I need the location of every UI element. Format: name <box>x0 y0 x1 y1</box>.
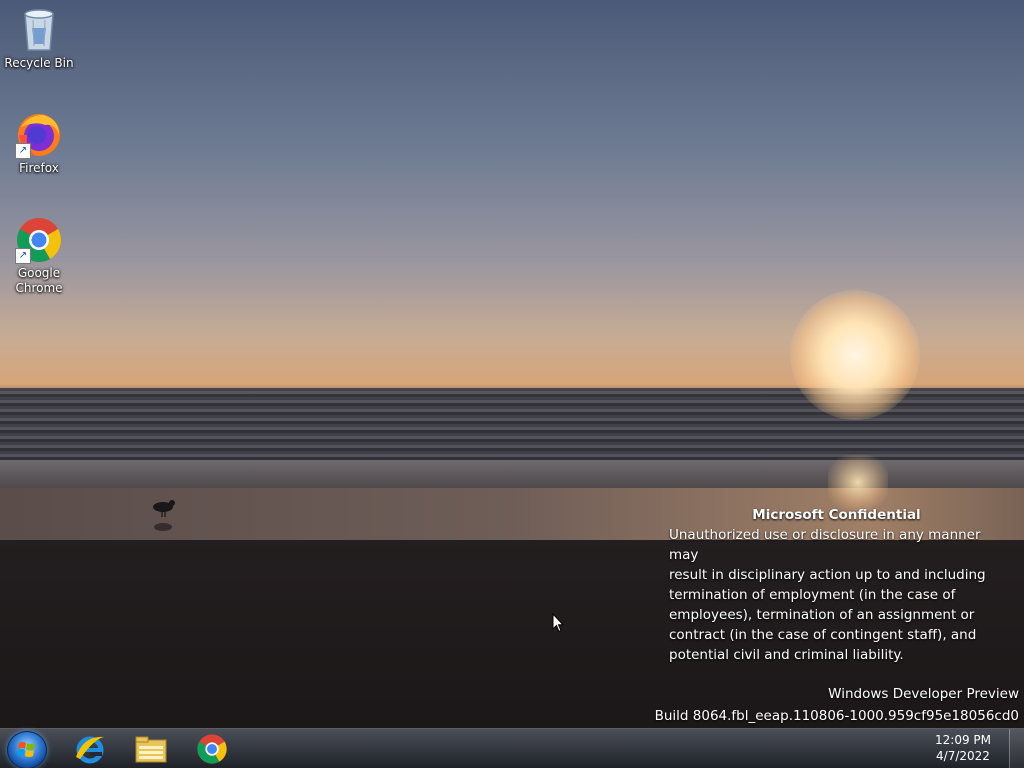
internet-explorer-icon <box>76 736 104 764</box>
firefox-icon: ↗ <box>15 111 63 159</box>
desktop-icon-label: Firefox <box>19 161 59 175</box>
desktop-icon-google-chrome[interactable]: ↗ Google Chrome <box>1 216 77 296</box>
desktop-icon-recycle-bin[interactable]: Recycle Bin <box>1 6 77 71</box>
edition-watermark: Windows Developer Preview <box>828 686 1019 702</box>
shortcut-arrow-icon: ↗ <box>15 143 31 159</box>
confidential-title: Microsoft Confidential <box>752 507 921 523</box>
build-watermark: Build 8064.fbl_eeap.110806-1000.959cf95e… <box>654 708 1019 724</box>
confidential-line: employees), termination of an assignment… <box>669 607 975 623</box>
taskbar-google-chrome[interactable] <box>186 731 238 767</box>
desktop-icon-firefox[interactable]: ↗ Firefox <box>1 111 77 176</box>
confidential-notice: Microsoft Confidential Unauthorized use … <box>669 505 1014 665</box>
confidential-line: potential civil and criminal liability. <box>669 647 904 663</box>
start-button[interactable] <box>7 731 47 768</box>
wallpaper-sun <box>790 290 920 420</box>
desktop-icon-label: Recycle Bin <box>4 56 74 70</box>
seagull-image <box>153 500 175 531</box>
show-desktop-button[interactable] <box>1009 729 1024 768</box>
desktop-icon-label: Google Chrome <box>15 266 63 295</box>
chrome-icon: ↗ <box>15 216 63 264</box>
taskbar-file-explorer[interactable] <box>125 731 177 767</box>
chrome-icon <box>197 734 227 764</box>
wallpaper-sun-reflection <box>828 455 888 510</box>
clock-time: 12:09 PM <box>935 733 991 747</box>
system-clock[interactable]: 12:09 PM 4/7/2022 <box>928 732 998 764</box>
taskbar: 12:09 PM 4/7/2022 <box>0 728 1024 768</box>
confidential-line: contract (in the case of contingent staf… <box>669 627 977 643</box>
confidential-line: termination of employment (in the case o… <box>669 587 956 603</box>
taskbar-internet-explorer[interactable] <box>64 731 116 767</box>
confidential-line: result in disciplinary action up to and … <box>669 567 986 583</box>
desktop[interactable]: Recycle Bin ↗ Firefox ↗ Google Chrome Mi… <box>0 0 1024 768</box>
recycle-bin-icon <box>15 6 63 54</box>
mouse-cursor-icon <box>552 613 564 633</box>
file-explorer-icon <box>135 736 167 763</box>
clock-date: 4/7/2022 <box>936 749 990 763</box>
confidential-line: Unauthorized use or disclosure in any ma… <box>669 527 981 563</box>
windows-logo-icon <box>17 742 35 757</box>
shortcut-arrow-icon: ↗ <box>15 248 31 264</box>
